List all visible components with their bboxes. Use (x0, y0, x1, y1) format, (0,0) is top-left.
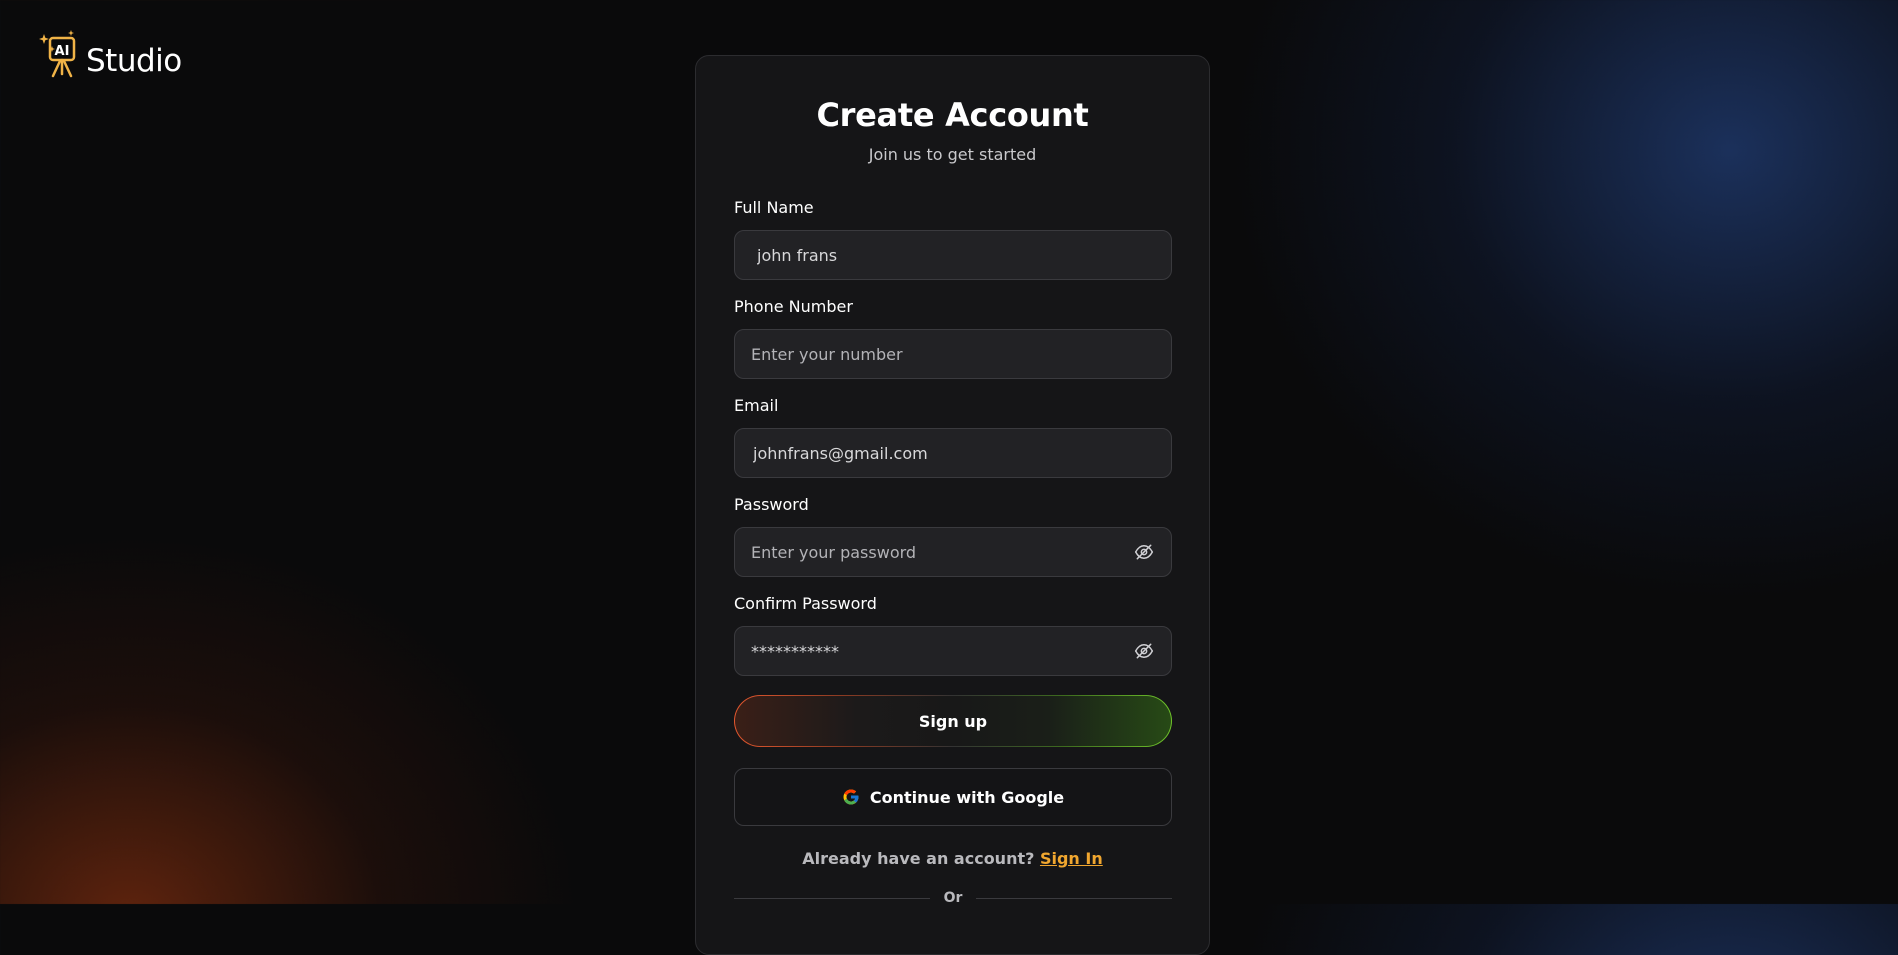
email-input[interactable] (735, 429, 1171, 477)
signin-prompt: Already have an account? Sign In (696, 849, 1209, 868)
ai-studio-logo-icon: AI (38, 30, 84, 80)
divider-line (734, 897, 930, 899)
confirm-password-field (734, 626, 1172, 676)
password-field (734, 527, 1172, 577)
password-label: Password (734, 495, 809, 514)
signup-button[interactable]: Sign up (734, 695, 1172, 747)
eye-off-icon[interactable] (1133, 541, 1155, 563)
page-title: Create Account (816, 96, 1089, 134)
google-button-label: Continue with Google (869, 787, 1065, 807)
full-name-input[interactable] (735, 231, 1171, 279)
google-icon (842, 788, 860, 806)
email-field (734, 428, 1172, 478)
full-name-label: Full Name (734, 198, 814, 217)
google-signin-button[interactable]: Continue with Google (734, 768, 1172, 826)
phone-input[interactable] (735, 330, 1171, 378)
brand-name: Studio (86, 43, 182, 79)
full-name-field (734, 230, 1172, 280)
confirm-password-label: Confirm Password (734, 594, 877, 613)
password-input[interactable] (735, 528, 1133, 576)
signup-card: Create Account Join us to get started Fu… (695, 55, 1210, 955)
signin-prompt-text: Already have an account? (802, 849, 1035, 868)
phone-field (734, 329, 1172, 379)
eye-off-icon[interactable] (1133, 640, 1155, 662)
phone-label: Phone Number (734, 297, 853, 316)
brand-logo[interactable]: AI Studio (38, 30, 182, 80)
divider-line (976, 897, 1172, 899)
or-divider: Or (734, 888, 1172, 908)
page-subtitle: Join us to get started (868, 145, 1037, 164)
email-label: Email (734, 396, 779, 415)
svg-text:AI: AI (55, 44, 70, 59)
signin-link[interactable]: Sign In (1040, 849, 1103, 868)
confirm-password-input[interactable] (735, 627, 1133, 675)
